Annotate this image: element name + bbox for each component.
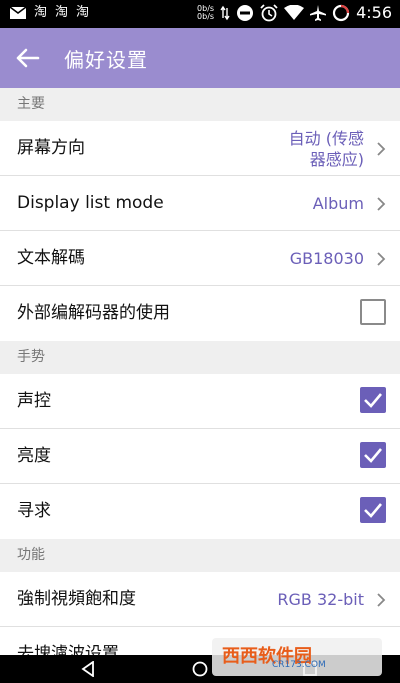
setting-label: 屏幕方向	[17, 138, 85, 158]
setting-value: Album	[312, 194, 364, 213]
setting-label: 声控	[17, 391, 51, 411]
chevron-right-icon	[377, 593, 386, 607]
external-decoder-checkbox[interactable]	[360, 299, 386, 325]
data-arrows-icon	[220, 5, 230, 20]
setting-display-list-mode[interactable]: Display list mode Album	[0, 176, 400, 231]
checkmark-icon	[364, 448, 382, 463]
setting-value: 自动 (传感 器感应)	[288, 128, 364, 169]
status-right-icons: 0b/s 0b/s 4:56	[197, 3, 392, 22]
alarm-icon	[260, 3, 278, 21]
chevron-right-icon	[377, 197, 386, 211]
checkmark-icon	[364, 503, 382, 518]
setting-seek[interactable]: 寻求	[0, 484, 400, 539]
chevron-right-icon	[377, 142, 386, 156]
app-bar: 偏好设置	[0, 28, 400, 88]
setting-text-decoding[interactable]: 文本解碼 GB18030	[0, 231, 400, 286]
section-header-main: 主要	[0, 88, 400, 121]
clock: 4:56	[356, 3, 392, 22]
settings-list[interactable]: 主要 屏幕方向 自动 (传感 器感应) Display list mode Al…	[0, 88, 400, 655]
home-nav-icon[interactable]	[192, 661, 208, 677]
setting-label: 寻求	[17, 501, 51, 521]
status-bar: 淘 淘 淘 0b/s 0b/s 4:56	[0, 0, 400, 28]
setting-value: GB18030	[289, 249, 364, 268]
setting-label: 亮度	[17, 446, 51, 466]
page-title: 偏好设置	[64, 48, 148, 72]
watermark-logo: 西西软件园 CR173.COM	[212, 638, 382, 676]
checkmark-icon	[364, 393, 382, 408]
airplane-icon	[310, 4, 327, 21]
voice-control-checkbox[interactable]	[360, 387, 386, 413]
setting-external-decoder[interactable]: 外部编解码器的使用	[0, 286, 400, 341]
network-speed: 0b/s 0b/s	[197, 3, 215, 21]
setting-label: 強制視頻飽和度	[17, 589, 136, 609]
section-header-gestures: 手势	[0, 341, 400, 374]
setting-label: 去塊濾波设置	[17, 644, 119, 655]
setting-screen-orientation[interactable]: 屏幕方向 自动 (传感 器感应)	[0, 121, 400, 176]
status-left-icons: 淘 淘 淘	[10, 4, 89, 22]
section-header-functions: 功能	[0, 539, 400, 572]
setting-label: 文本解碼	[17, 248, 85, 268]
setting-label: 外部编解码器的使用	[17, 303, 170, 323]
do-not-disturb-icon	[237, 4, 254, 21]
setting-label: Display list mode	[17, 193, 164, 213]
watermark-url: CR173.COM	[272, 660, 326, 670]
mail-icon	[10, 7, 26, 19]
setting-brightness[interactable]: 亮度	[0, 429, 400, 484]
battery-icon	[332, 4, 350, 21]
back-arrow-icon[interactable]	[12, 42, 44, 74]
back-nav-icon[interactable]	[80, 661, 96, 677]
wifi-icon	[284, 4, 305, 20]
brightness-checkbox[interactable]	[360, 442, 386, 468]
taobao-icon: 淘	[55, 5, 69, 20]
chevron-right-icon	[377, 252, 386, 266]
seek-checkbox[interactable]	[360, 497, 386, 523]
setting-force-video-saturation[interactable]: 強制視頻飽和度 RGB 32-bit	[0, 572, 400, 627]
setting-voice-control[interactable]: 声控	[0, 374, 400, 429]
setting-value: RGB 32-bit	[277, 590, 364, 609]
taobao-icon: 淘	[34, 5, 48, 20]
taobao-icon: 淘	[76, 5, 90, 20]
